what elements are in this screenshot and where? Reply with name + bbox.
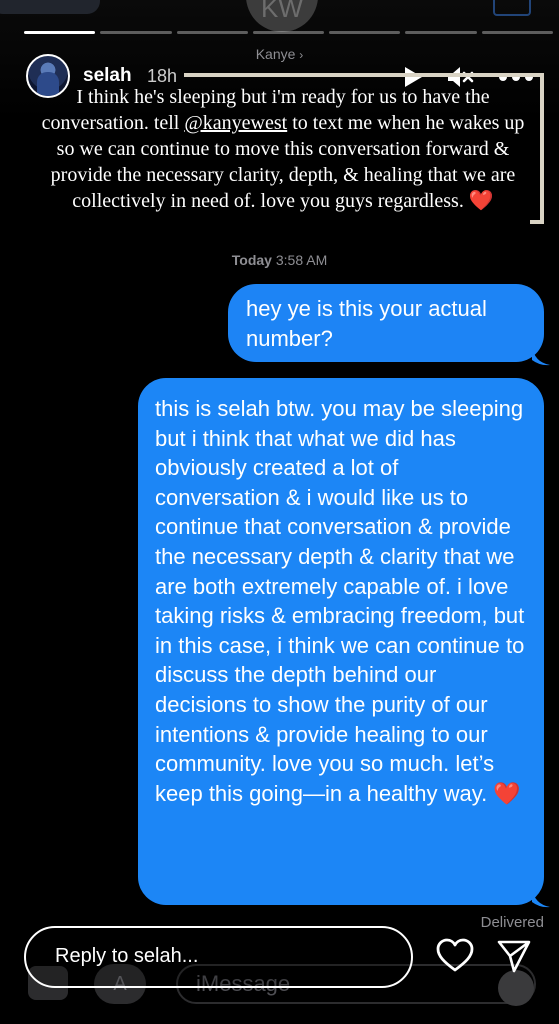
- screenshot-frame: [184, 73, 544, 77]
- progress-segment: [329, 31, 401, 34]
- message-timestamp: Today 3:58 AM: [0, 252, 559, 268]
- screenshot-frame: [540, 73, 544, 223]
- heart-icon[interactable]: [436, 938, 474, 974]
- audio-icon: [498, 970, 534, 1006]
- send-icon[interactable]: [496, 938, 532, 974]
- heart-emoji: ❤️: [468, 190, 494, 212]
- message-bubble: this is selah btw. you may be sleeping b…: [138, 378, 544, 905]
- message-bubble: hey ye is this your actual number?: [228, 284, 544, 362]
- timestamp-day: Today: [231, 252, 272, 268]
- chevron-right-icon: ›: [299, 48, 304, 62]
- story-caption: I think he's sleeping but i'm ready for …: [36, 84, 530, 214]
- story-progress-bar: [24, 31, 553, 34]
- ghost-back-button: [0, 0, 100, 14]
- heart-emoji: ❤️: [493, 780, 521, 806]
- progress-segment: [405, 31, 477, 34]
- mention-link[interactable]: @kanyewest: [184, 112, 287, 134]
- delivery-status: Delivered: [480, 914, 544, 931]
- reply-placeholder: Reply to selah...: [55, 945, 199, 967]
- screenshot-frame: [530, 220, 544, 224]
- ghost-contact-avatar: KW: [246, 0, 318, 32]
- progress-segment: [481, 31, 553, 34]
- contact-name-label: Kanye: [255, 46, 296, 62]
- progress-segment: [24, 31, 96, 34]
- progress-segment: [252, 31, 325, 34]
- bubble-tail: [532, 888, 550, 908]
- reply-input[interactable]: Reply to selah...: [24, 926, 413, 988]
- contact-name: Kanye ›: [0, 46, 559, 62]
- progress-segment: [100, 31, 172, 34]
- timestamp-time: 3:58 AM: [275, 252, 328, 268]
- story-viewer: KW Kanye › selah 18h I think he's sleepi…: [0, 0, 559, 1024]
- progress-segment: [176, 31, 248, 34]
- message-text: this is selah btw. you may be sleeping b…: [155, 396, 525, 806]
- ghost-video-icon: [493, 0, 531, 16]
- message-text: hey ye is this your actual number?: [246, 296, 487, 351]
- bubble-tail: [532, 346, 550, 366]
